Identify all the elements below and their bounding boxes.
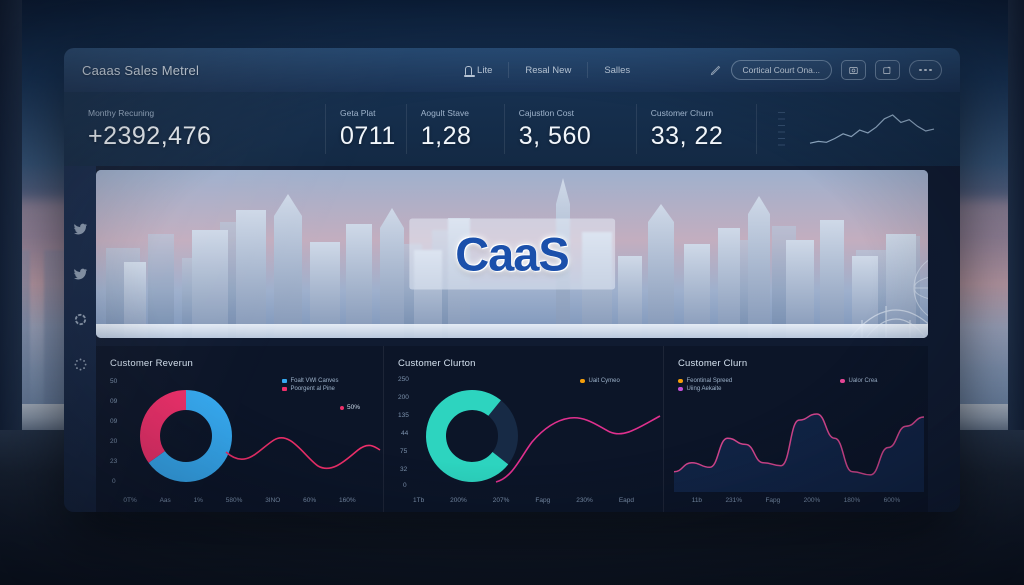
vignette-overlay	[0, 0, 1024, 585]
